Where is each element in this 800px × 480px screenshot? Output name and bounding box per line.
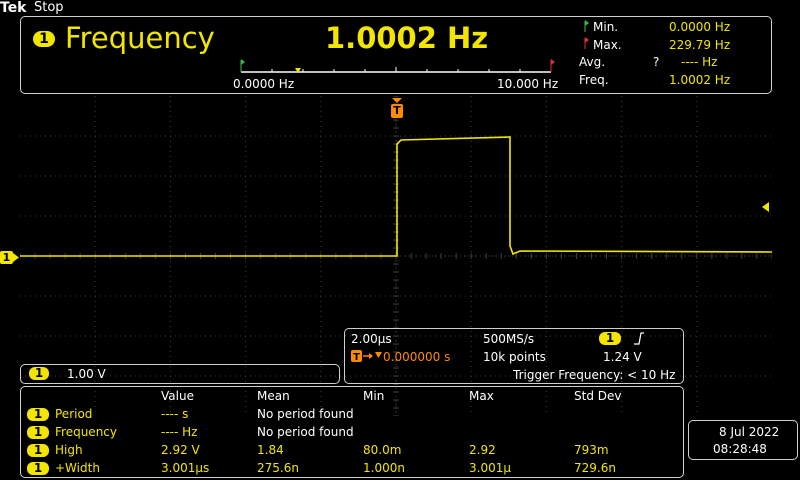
header-std-dev: Std Dev bbox=[574, 389, 622, 403]
measurement-value: ---- Hz bbox=[161, 425, 198, 439]
rising-edge-icon bbox=[634, 332, 644, 345]
max-flag-icon bbox=[550, 59, 555, 72]
run-state: Stop bbox=[34, 0, 64, 15]
measurements-table[interactable]: Value Mean Min Max Std Dev 1 Period ----… bbox=[20, 386, 684, 478]
trigger-frequency: Trigger Frequency: < 10 Hz bbox=[513, 368, 676, 382]
measurement-value: 1.0002 Hz bbox=[325, 21, 489, 55]
channel-scale-box[interactable]: 1 1.00 V bbox=[20, 364, 340, 384]
stat-min-value: 0.0000 Hz bbox=[669, 20, 731, 34]
ch1-marker-label: 1 bbox=[2, 251, 11, 264]
trigger-position-marker[interactable]: T bbox=[390, 98, 404, 120]
channel-volts-per-div: 1.00 V bbox=[67, 367, 106, 381]
stat-max-label: Max. bbox=[593, 38, 622, 52]
trigger-delay: 0.000000 s bbox=[383, 350, 451, 364]
channel-badge: 1 bbox=[27, 426, 49, 439]
header-mean: Mean bbox=[257, 389, 290, 403]
measurement-min: 1.000n bbox=[363, 461, 405, 475]
channel-badge: 1 bbox=[27, 462, 49, 475]
header-max: Max bbox=[469, 389, 494, 403]
table-row[interactable]: 1 +Width 3.001µs 275.6n 1.000n 3.001µ 72… bbox=[21, 460, 681, 477]
date: 8 Jul 2022 bbox=[719, 425, 780, 439]
datetime-box[interactable]: 8 Jul 2022 08:28:48 bbox=[688, 420, 798, 460]
measurement-name: +Width bbox=[55, 461, 100, 475]
stat-avg-label: Avg. bbox=[579, 55, 606, 69]
channel-badge: 1 bbox=[33, 31, 55, 47]
stat-min-label: Min. bbox=[593, 20, 619, 34]
trigger-delay-icon: T bbox=[351, 350, 382, 363]
measurement-name: Period bbox=[55, 407, 93, 421]
scale-max-label: 10.000 Hz bbox=[497, 77, 559, 91]
trigger-channel-badge: 1 bbox=[599, 332, 621, 345]
measurement-title: Frequency bbox=[65, 21, 215, 55]
measurement-mean: No period found bbox=[257, 407, 354, 421]
trigger-level: 1.24 V bbox=[603, 350, 642, 364]
measurement-value: 3.001µs bbox=[161, 461, 210, 475]
horizontal-trigger-box[interactable]: 2.00µs 500MS/s 1 T 0.000000 s 10k points… bbox=[344, 328, 684, 384]
min-flag-icon bbox=[584, 20, 589, 32]
record-length: 10k points bbox=[483, 350, 546, 364]
table-row[interactable]: 1 High 2.92 V 1.84 80.0m 2.92 793m bbox=[21, 442, 681, 459]
trigger-marker-label: T bbox=[393, 104, 401, 117]
measurement-header-row: Value Mean Min Max Std Dev bbox=[21, 388, 681, 405]
stat-avg-flag: ? bbox=[653, 55, 660, 69]
measurement-value: ---- s bbox=[161, 407, 189, 421]
header-value: Value bbox=[161, 389, 194, 403]
ch1-ground-marker[interactable]: 1 bbox=[0, 250, 20, 265]
svg-text:T: T bbox=[353, 352, 360, 363]
stat-avg-value: ---- Hz bbox=[681, 55, 718, 69]
measurement-max: 2.92 bbox=[469, 443, 496, 457]
table-row[interactable]: 1 Period ---- s No period found bbox=[21, 406, 681, 423]
time: 08:28:48 bbox=[713, 442, 767, 456]
max-flag-icon bbox=[584, 37, 589, 49]
brand-logo: Tek bbox=[0, 0, 27, 16]
sample-rate: 500MS/s bbox=[483, 332, 535, 346]
stat-freq-label: Freq. bbox=[579, 73, 609, 87]
channel-badge: 1 bbox=[27, 408, 49, 421]
measurement-max: 3.001µ bbox=[469, 461, 511, 475]
channel-badge: 1 bbox=[29, 367, 49, 380]
measurement-std-dev: 793m bbox=[574, 443, 609, 457]
measurement-mean: 275.6n bbox=[257, 461, 299, 475]
channel-badge: 1 bbox=[27, 444, 49, 457]
table-row[interactable]: 1 Frequency ---- Hz No period found bbox=[21, 424, 681, 441]
measurement-mean: No period found bbox=[257, 425, 354, 439]
range-scale bbox=[240, 59, 555, 73]
measurement-std-dev: 729.6n bbox=[574, 461, 616, 475]
stat-freq-value: 1.0002 Hz bbox=[669, 73, 731, 87]
measurement-name: Frequency bbox=[55, 425, 117, 439]
scale-min-label: 0.0000 Hz bbox=[233, 77, 295, 91]
measurement-name: High bbox=[55, 443, 83, 457]
min-flag-icon bbox=[240, 59, 245, 72]
stat-max-value: 229.79 Hz bbox=[669, 38, 731, 52]
timebase: 2.00µs bbox=[351, 332, 392, 346]
header-min: Min bbox=[363, 389, 385, 403]
frequency-panel[interactable]: 1 Frequency 1.0002 Hz 0.0000 Hz 10.000 H… bbox=[20, 16, 772, 94]
measurement-mean: 1.84 bbox=[257, 443, 284, 457]
trigger-level-arrow-icon[interactable] bbox=[760, 201, 770, 213]
measurement-value: 2.92 V bbox=[161, 443, 200, 457]
measurement-min: 80.0m bbox=[363, 443, 402, 457]
